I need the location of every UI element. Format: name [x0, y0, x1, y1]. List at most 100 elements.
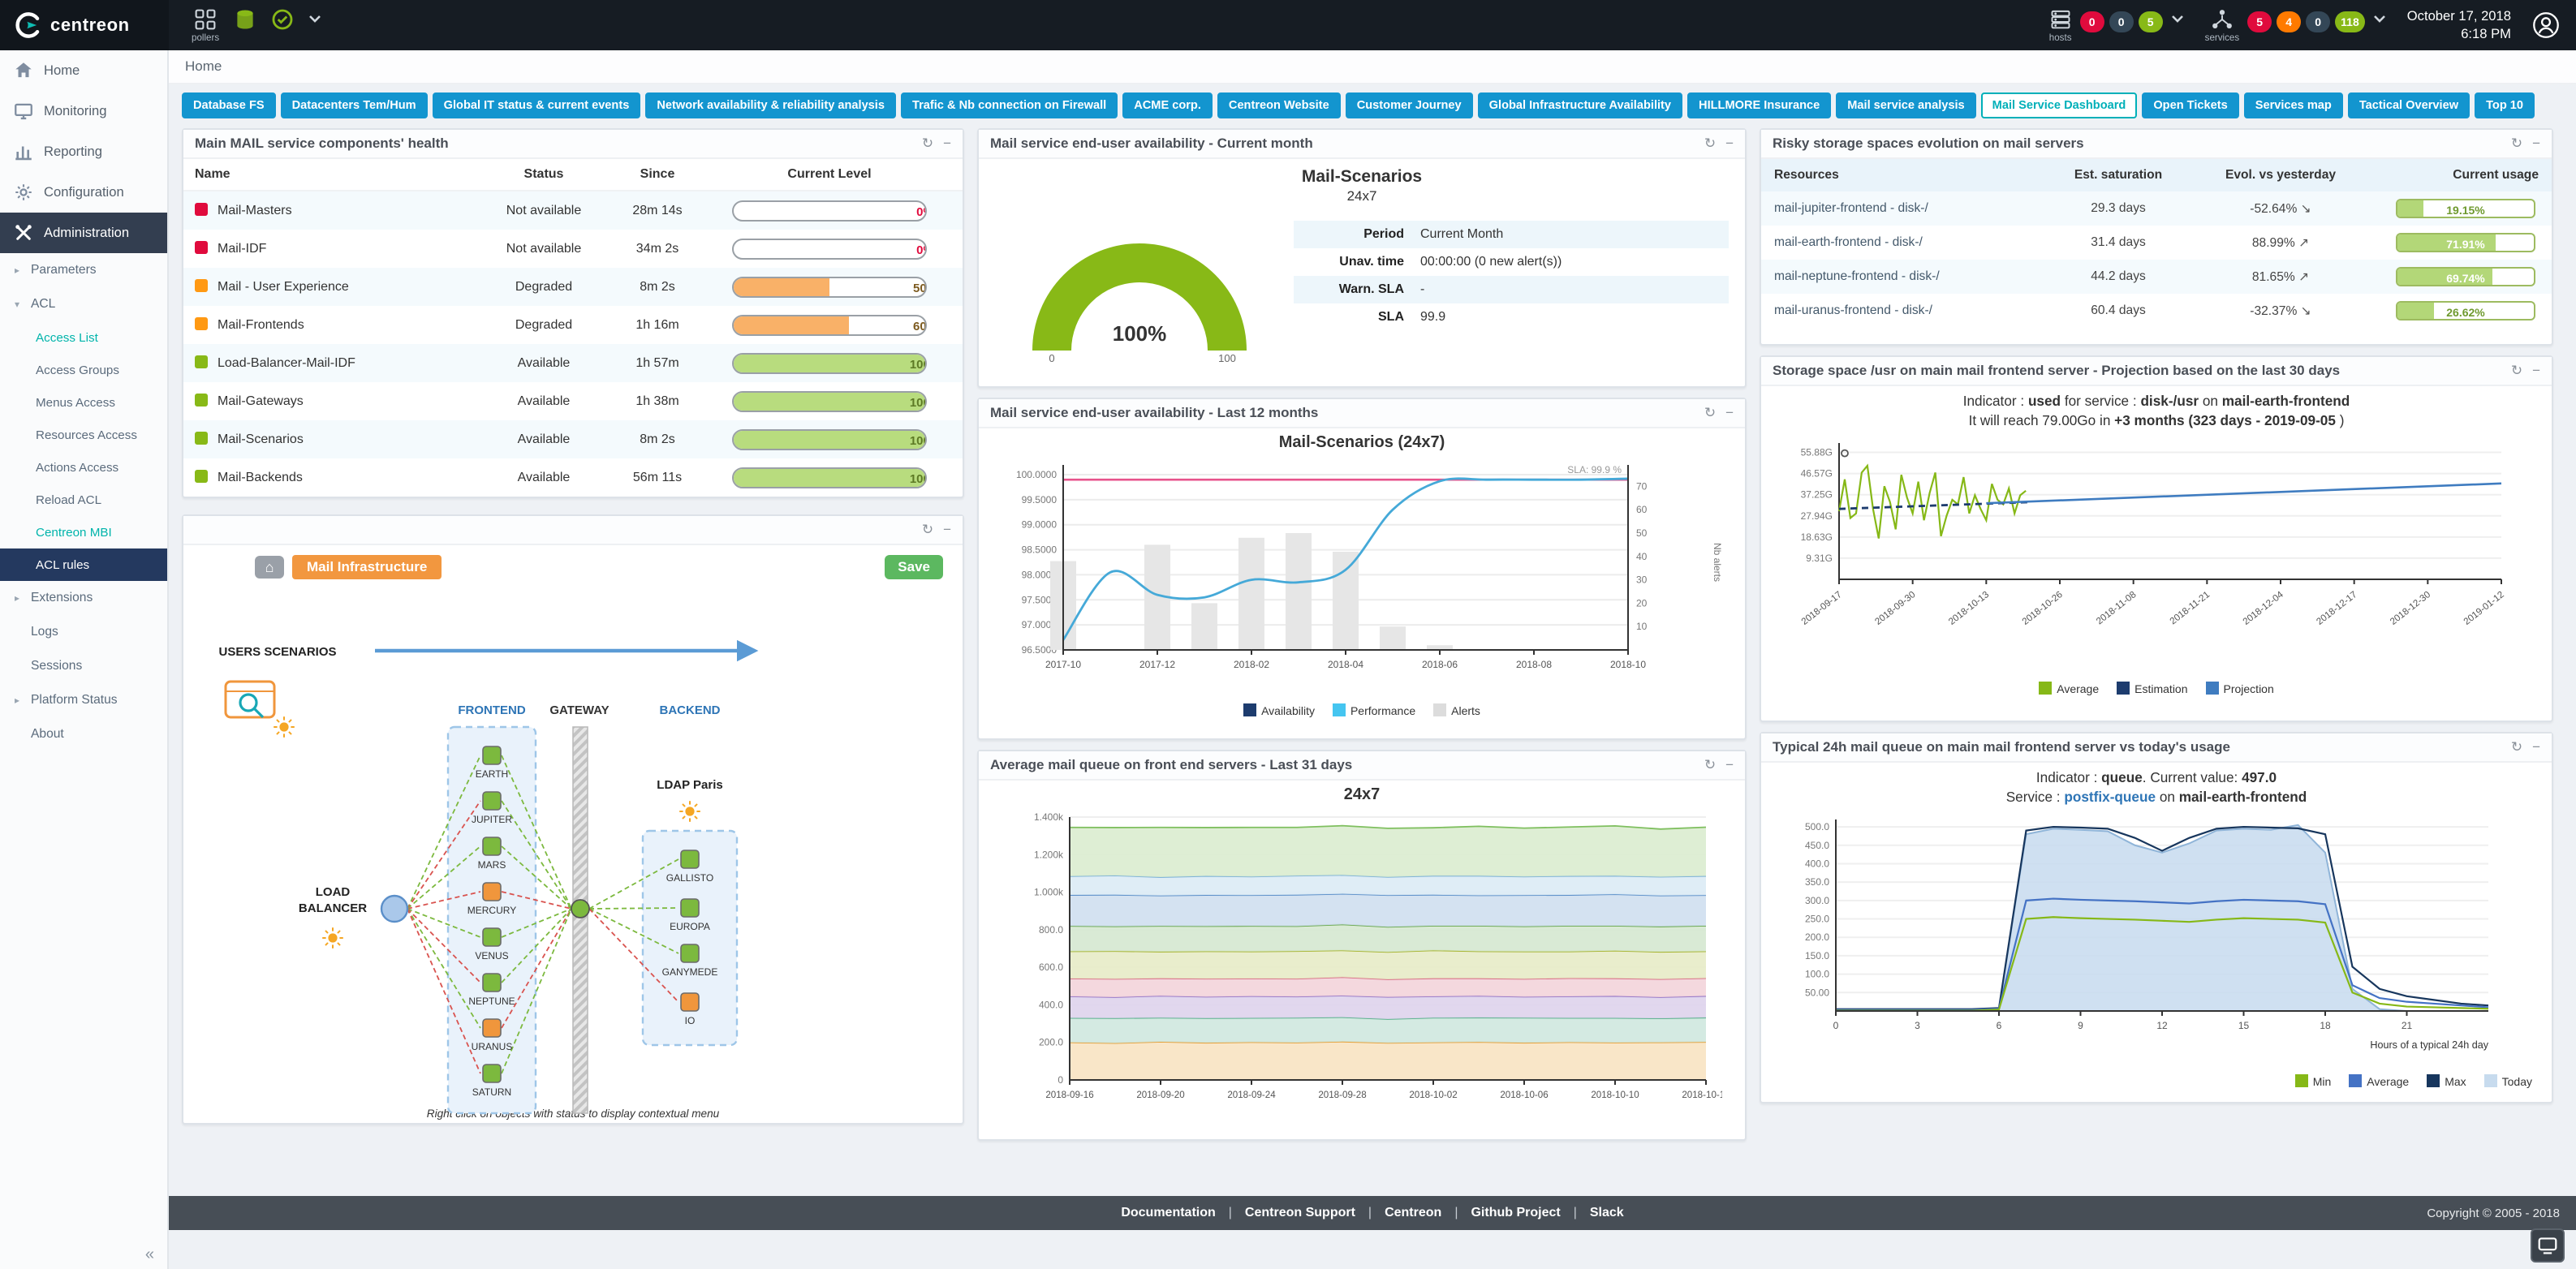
- tab-global-infrastructure-availability[interactable]: Global Infrastructure Availability: [1478, 92, 1682, 118]
- table-row[interactable]: mail-uranus-frontend - disk-/60.4 days-3…: [1761, 294, 2552, 328]
- service-badge-3[interactable]: 118: [2335, 11, 2365, 32]
- refresh-icon[interactable]: ↻: [1704, 757, 1716, 773]
- collapse-icon[interactable]: −: [1725, 405, 1734, 421]
- sidebar-item-label: Monitoring: [44, 103, 106, 119]
- sidebar-item-acl-rules[interactable]: ACL rules: [0, 548, 167, 581]
- table-row[interactable]: Mail - User ExperienceDegraded8m 2s50%: [183, 268, 963, 306]
- home-icon[interactable]: ⌂: [255, 556, 284, 579]
- database-icon[interactable]: [234, 8, 256, 31]
- tab-top-10[interactable]: Top 10: [2475, 92, 2535, 118]
- table-row[interactable]: Load-Balancer-Mail-IDFAvailable1h 57m100…: [183, 344, 963, 382]
- sidebar-item-reporting[interactable]: Reporting: [0, 131, 167, 172]
- sidebar-item-sessions[interactable]: Sessions: [0, 649, 167, 683]
- table-row[interactable]: mail-jupiter-frontend - disk-/29.3 days-…: [1761, 191, 2552, 226]
- refresh-icon[interactable]: ↻: [2511, 739, 2522, 755]
- sidebar-item-acl[interactable]: ▾ACL: [0, 287, 167, 321]
- tab-mail-service-analysis[interactable]: Mail service analysis: [1836, 92, 1975, 118]
- tab-open-tickets[interactable]: Open Tickets: [2142, 92, 2238, 118]
- tab-hillmore-insurance[interactable]: HILLMORE Insurance: [1687, 92, 1831, 118]
- sidebar-item-administration[interactable]: Administration: [0, 213, 167, 253]
- refresh-icon[interactable]: ↻: [922, 522, 933, 538]
- service-badge-1[interactable]: 4: [2277, 11, 2301, 32]
- sidebar-collapse-button[interactable]: «: [145, 1245, 154, 1264]
- table-row[interactable]: mail-earth-frontend - disk-/31.4 days88.…: [1761, 226, 2552, 260]
- collapse-icon[interactable]: −: [1725, 136, 1734, 152]
- service-badge-2[interactable]: 0: [2306, 11, 2330, 32]
- hosts-icon[interactable]: hosts: [2049, 8, 2072, 43]
- tab-datacenters-tem-hum[interactable]: Datacenters Tem/Hum: [281, 92, 428, 118]
- chart-title: Mail-Scenarios (24x7): [979, 433, 1745, 452]
- footer-link-github-project[interactable]: Github Project: [1471, 1206, 1560, 1220]
- sidebar-item-centreon-mbi[interactable]: Centreon MBI: [0, 516, 167, 548]
- sidebar-item-monitoring[interactable]: Monitoring: [0, 91, 167, 131]
- pollers-icon[interactable]: pollers: [192, 8, 219, 43]
- sidebar-item-about[interactable]: About: [0, 717, 167, 751]
- sidebar-item-parameters[interactable]: ▸Parameters: [0, 253, 167, 287]
- service-badges: 540118: [2247, 11, 2365, 32]
- host-badge-1[interactable]: 0: [2109, 11, 2134, 32]
- sidebar-item-platform-status[interactable]: ▸Platform Status: [0, 683, 167, 717]
- tab-trafic-nb-connection-on-firewall[interactable]: Trafic & Nb connection on Firewall: [901, 92, 1118, 118]
- sidebar-item-configuration[interactable]: Configuration: [0, 172, 167, 213]
- table-row[interactable]: Mail-FrontendsDegraded1h 16m60%: [183, 306, 963, 344]
- chevron-down-icon[interactable]: [2373, 15, 2386, 23]
- breadcrumb[interactable]: Home: [169, 50, 2576, 84]
- sidebar-item-resources-access[interactable]: Resources Access: [0, 419, 167, 451]
- save-button[interactable]: Save: [885, 555, 943, 579]
- svg-text:Hours of a typical 24h day: Hours of a typical 24h day: [2370, 1039, 2488, 1051]
- footer-link-centreon[interactable]: Centreon: [1385, 1206, 1441, 1220]
- tab-acme-corp[interactable]: ACME corp.: [1122, 92, 1213, 118]
- service-badge-0[interactable]: 5: [2247, 11, 2272, 32]
- collapse-icon[interactable]: −: [943, 522, 951, 538]
- sidebar-item-logs[interactable]: Logs: [0, 615, 167, 649]
- tab-tactical-overview[interactable]: Tactical Overview: [2348, 92, 2470, 118]
- chevron-down-icon[interactable]: [2171, 15, 2184, 23]
- footer-link-centreon-support[interactable]: Centreon Support: [1245, 1206, 1355, 1220]
- svg-text:70: 70: [1636, 480, 1648, 492]
- tab-customer-journey[interactable]: Customer Journey: [1346, 92, 1473, 118]
- host-badge-0[interactable]: 0: [2080, 11, 2104, 32]
- table-row[interactable]: mail-neptune-frontend - disk-/44.2 days8…: [1761, 260, 2552, 294]
- collapse-icon[interactable]: −: [2532, 363, 2540, 379]
- svg-text:600.0: 600.0: [1039, 961, 1063, 973]
- refresh-icon[interactable]: ↻: [1704, 405, 1716, 421]
- infra-title-badge[interactable]: Mail Infrastructure: [292, 555, 442, 579]
- tab-global-it-status-current-events[interactable]: Global IT status & current events: [433, 92, 641, 118]
- sidebar-item-actions-access[interactable]: Actions Access: [0, 451, 167, 484]
- main-content: Home Database FSDatacenters Tem/HumGloba…: [169, 50, 2576, 1269]
- table-row[interactable]: Mail-GatewaysAvailable1h 38m100%: [183, 382, 963, 420]
- refresh-icon[interactable]: ↻: [922, 136, 933, 152]
- svg-text:3: 3: [1915, 1020, 1920, 1031]
- host-badge-2[interactable]: 5: [2139, 11, 2163, 32]
- tab-centreon-website[interactable]: Centreon Website: [1217, 92, 1341, 118]
- footer-link-slack[interactable]: Slack: [1590, 1206, 1624, 1220]
- tab-network-availability-reliability-analysis[interactable]: Network availability & reliability analy…: [645, 92, 896, 118]
- chevron-down-icon[interactable]: [308, 15, 321, 23]
- sidebar-item-access-groups[interactable]: Access Groups: [0, 354, 167, 386]
- services-icon[interactable]: services: [2205, 8, 2240, 43]
- collapse-icon[interactable]: −: [1725, 757, 1734, 773]
- sidebar-item-reload-acl[interactable]: Reload ACL: [0, 484, 167, 516]
- sidebar-item-menus-access[interactable]: Menus Access: [0, 386, 167, 419]
- refresh-icon[interactable]: ↻: [2511, 136, 2522, 152]
- sidebar-item-extensions[interactable]: ▸Extensions: [0, 581, 167, 615]
- tab-database-fs[interactable]: Database FS: [182, 92, 276, 118]
- collapse-icon[interactable]: −: [2532, 136, 2540, 152]
- collapse-icon[interactable]: −: [2532, 739, 2540, 755]
- collapse-icon[interactable]: −: [943, 136, 951, 152]
- table-row[interactable]: Mail-IDFNot available34m 2s0%: [183, 230, 963, 268]
- refresh-icon[interactable]: ↻: [2511, 363, 2522, 379]
- sidebar-item-access-list[interactable]: Access List: [0, 321, 167, 354]
- user-menu[interactable]: [2532, 11, 2560, 39]
- footer-link-documentation[interactable]: Documentation: [1121, 1206, 1215, 1220]
- table-row[interactable]: Mail-MastersNot available28m 14s0%: [183, 191, 963, 230]
- tab-services-map[interactable]: Services map: [2244, 92, 2343, 118]
- sidebar-item-home[interactable]: Home: [0, 50, 167, 91]
- chat-widget-button[interactable]: [2531, 1228, 2565, 1263]
- poller-status-icon[interactable]: [271, 8, 294, 31]
- table-row[interactable]: Mail-ScenariosAvailable8m 2s100%: [183, 420, 963, 458]
- centreon-logo[interactable]: centreon: [0, 0, 169, 50]
- tab-mail-service-dashboard[interactable]: Mail Service Dashboard: [1981, 92, 2138, 118]
- table-row[interactable]: Mail-BackendsAvailable56m 11s100%: [183, 458, 963, 497]
- refresh-icon[interactable]: ↻: [1704, 136, 1716, 152]
